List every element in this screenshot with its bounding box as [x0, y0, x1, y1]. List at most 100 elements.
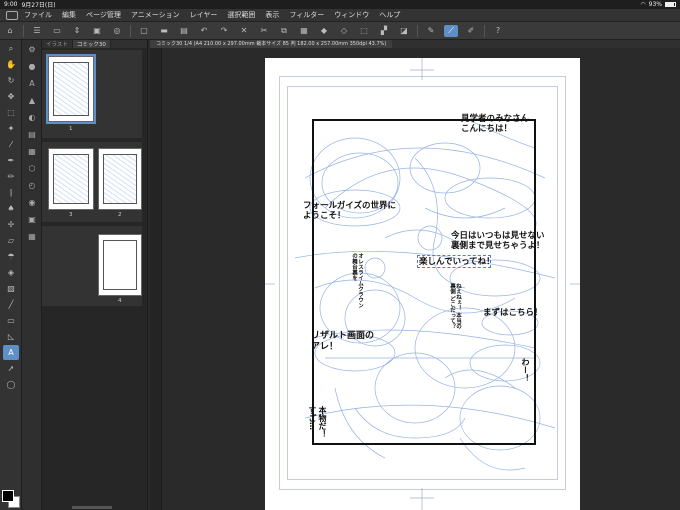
balloon-text-8[interactable]: 本物だ！ すご…	[307, 406, 327, 462]
auto-action-icon[interactable]: ▦	[25, 229, 39, 244]
menu-view[interactable]: 表示	[265, 10, 279, 20]
palette-icon[interactable]: ◪	[397, 25, 411, 37]
save-file-icon[interactable]: ▤	[177, 25, 191, 37]
undo-icon[interactable]: ↶	[197, 25, 211, 37]
app-logo-icon	[6, 10, 18, 20]
decoration-icon[interactable]: ✢	[3, 217, 19, 232]
help-icon[interactable]: ?	[491, 25, 505, 37]
deselect-icon[interactable]: ⬚	[357, 25, 371, 37]
menu-filter[interactable]: フィルター	[289, 10, 324, 20]
menu-page-management[interactable]: ページ管理	[86, 10, 121, 20]
page-thumbnail-3[interactable]	[48, 148, 94, 210]
menu-help[interactable]: ヘルプ	[379, 10, 400, 20]
color-swatch[interactable]	[2, 490, 20, 508]
foreground-color[interactable]	[2, 490, 14, 502]
ruler-icon[interactable]: ◺	[3, 329, 19, 344]
balloon-icon[interactable]: ◯	[3, 377, 19, 392]
pen-icon[interactable]: ✒	[3, 153, 19, 168]
battery-percent: 93%	[648, 1, 662, 8]
brush-size-icon[interactable]: ●	[25, 59, 39, 74]
blend-icon[interactable]: ☂	[3, 249, 19, 264]
balloon-text-6[interactable]: リザルト画面の アレ！	[311, 331, 374, 353]
menu-window[interactable]: ウィンドウ	[334, 10, 369, 20]
redo-icon[interactable]: ↷	[217, 25, 231, 37]
hand-icon[interactable]: ✋	[3, 57, 19, 72]
document-icon[interactable]: ▭	[50, 25, 64, 37]
balloon-text-4[interactable]: 楽しんでいってね！	[419, 257, 495, 267]
hamburger-menu-icon[interactable]: ☰	[30, 25, 44, 37]
menu-edit[interactable]: 編集	[62, 10, 76, 20]
invert-icon[interactable]: ▞	[377, 25, 391, 37]
font-icon[interactable]: A	[25, 76, 39, 91]
panel-scroll-handle[interactable]	[72, 506, 112, 509]
eraser-icon[interactable]: ▱	[3, 233, 19, 248]
layer-icon[interactable]: ▦	[25, 144, 39, 159]
panel-frame[interactable]	[312, 119, 536, 445]
ruler-snap-icon[interactable]: ⟋	[444, 24, 458, 37]
paste-icon[interactable]: ▦	[297, 25, 311, 37]
pencil-icon[interactable]: ✏	[3, 169, 19, 184]
vertical-scrollbar[interactable]	[150, 48, 162, 510]
transform-icon[interactable]: ◇	[337, 25, 351, 37]
balloon-text-1[interactable]: 見学者のみなさん こんにちは！	[461, 114, 529, 134]
sub-view-icon[interactable]: ▣	[25, 212, 39, 227]
share-icon[interactable]: ◎	[110, 25, 124, 37]
status-time: 9:00	[4, 1, 18, 8]
save-icon[interactable]: ▣	[90, 25, 104, 37]
menu-layer[interactable]: レイヤー	[190, 10, 218, 20]
balloon-text-5[interactable]: まずはこちら！	[483, 308, 543, 318]
navigator-icon[interactable]: ◐	[25, 110, 39, 125]
page-thumbnail-4[interactable]	[98, 234, 142, 296]
balloon-text-2[interactable]: フォールガイズの世界に ようこそ！	[303, 201, 396, 221]
page-thumbnail-2[interactable]	[98, 148, 142, 210]
vertical-text-1[interactable]: オレスライムクラウンの舞台裏を	[351, 253, 363, 313]
brush-icon[interactable]: ǀ	[3, 185, 19, 200]
stepper-icon[interactable]: ⇕	[70, 25, 84, 37]
subtool-strip: ⚙ ● A ▲ ◐ ▤ ▦ ⬡ ◴ ◉ ▣ ▦	[22, 40, 42, 510]
document-tab[interactable]: コミック30 1/4 (A4 210.00 x 297.00mm 裁本サイズ 8…	[150, 40, 393, 48]
canvas-area[interactable]: 見学者のみなさん こんにちは！ フォールガイズの世界に ようこそ！ 今日はいつも…	[150, 48, 680, 510]
magic-wand-icon[interactable]: ✦	[3, 121, 19, 136]
zoom-icon[interactable]: ⌕	[3, 41, 19, 56]
open-folder-icon[interactable]: ▬	[157, 25, 171, 37]
fill-bucket-icon[interactable]: ◈	[3, 265, 19, 280]
text-tool-icon[interactable]: A	[3, 345, 19, 360]
brush-setting-icon[interactable]: ✐	[464, 25, 478, 37]
tab-comic[interactable]: コミック30	[72, 40, 111, 48]
page-number-1: 1	[69, 126, 73, 132]
page-number-3: 3	[69, 212, 73, 218]
frame-border-icon[interactable]: ▭	[3, 313, 19, 328]
color-wheel-icon[interactable]: ◉	[25, 195, 39, 210]
text-color-icon[interactable]: ▲	[25, 93, 39, 108]
gradient-icon[interactable]: ▧	[3, 281, 19, 296]
menu-file[interactable]: ファイル	[24, 10, 52, 20]
vertical-text-2[interactable]: ねえねぇ！ 本当の裏側 どこだって？	[449, 283, 461, 333]
history-icon[interactable]: ◴	[25, 178, 39, 193]
settings-icon[interactable]: ⚙	[25, 42, 39, 57]
selection-rect-icon[interactable]: ⬚	[3, 105, 19, 120]
status-date: 9月27日(日)	[21, 2, 56, 9]
app-window: 9:00 9月27日(日) ◠ 93% ファイル 編集 ページ管理 アニメーショ…	[0, 0, 680, 510]
rotate-icon[interactable]: ↻	[3, 73, 19, 88]
manga-page[interactable]: 見学者のみなさん こんにちは！ フォールガイズの世界に ようこそ！ 今日はいつも…	[265, 58, 580, 510]
material-icon[interactable]: ⬡	[25, 161, 39, 176]
tab-illust[interactable]: イラスト	[42, 40, 73, 48]
fill-icon[interactable]: ◆	[317, 25, 331, 37]
menu-selection[interactable]: 選択範囲	[227, 10, 255, 20]
figure-icon[interactable]: ╱	[3, 297, 19, 312]
balloon-text-3[interactable]: 今日はいつもは見せない 裏側まで見せちゃうよ！	[451, 231, 545, 251]
copy-icon[interactable]: ⧉	[277, 25, 291, 37]
cut-icon[interactable]: ✂	[257, 25, 271, 37]
layer-property-icon[interactable]: ▤	[25, 127, 39, 142]
eyedropper-icon[interactable]: ⁄	[3, 137, 19, 152]
airbrush-icon[interactable]: ♠	[3, 201, 19, 216]
menu-animation[interactable]: アニメーション	[131, 10, 180, 20]
page-thumbnail-1[interactable]	[46, 54, 96, 124]
new-file-icon[interactable]: ▢	[137, 25, 151, 37]
clear-icon[interactable]: ✕	[237, 25, 251, 37]
pen-stabilizer-icon[interactable]: ✎	[424, 25, 438, 37]
move-icon[interactable]: ✥	[3, 89, 19, 104]
balloon-text-7[interactable]: わー！	[520, 358, 530, 382]
operation-icon[interactable]: ➚	[3, 361, 19, 376]
home-icon[interactable]: ⌂	[3, 25, 17, 37]
